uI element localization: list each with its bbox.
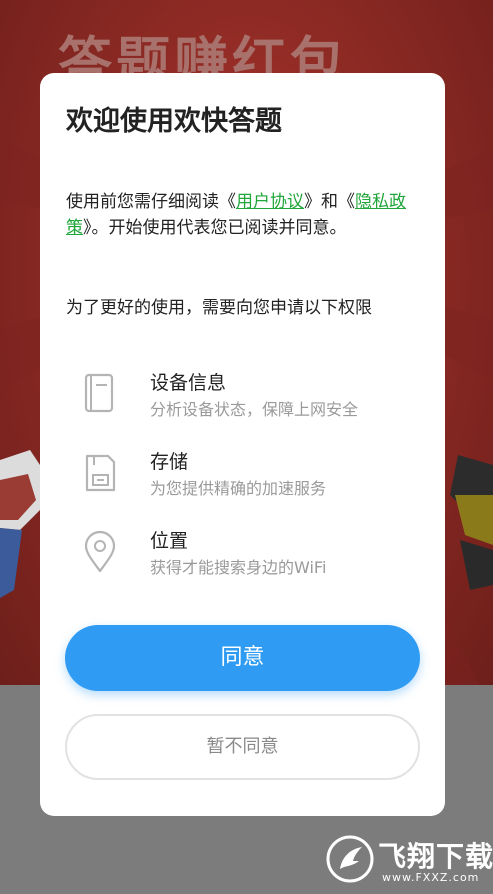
intro-text: 使用前您需仔细阅读《用户协议》和《隐私政策》。开始使用代表您已阅读并同意。: [66, 189, 421, 241]
dialog-title: 欢迎使用欢快答题: [66, 106, 282, 137]
intro-part2: 》和《: [304, 192, 355, 212]
permission-item-location: 位置 获得才能搜索身边的WiFi: [80, 526, 410, 582]
location-icon: [84, 530, 116, 573]
watermark-text: 飞翔下载: [378, 840, 493, 873]
permission-desc: 分析设备状态，保障上网安全: [150, 400, 359, 419]
storage-icon: [85, 454, 116, 492]
user-agreement-link[interactable]: 用户协议: [236, 192, 304, 212]
permission-name: 位置: [150, 530, 189, 552]
permission-item-storage: 存储 为您提供精确的加速服务: [80, 447, 410, 503]
figure-right-illustration: [450, 455, 493, 590]
permission-name: 设备信息: [150, 372, 227, 394]
permission-dialog: 欢迎使用欢快答题 使用前您需仔细阅读《用户协议》和《隐私政策》。开始使用代表您已…: [40, 73, 445, 816]
permission-request-text: 为了更好的使用，需要向您申请以下权限: [66, 298, 372, 318]
permission-item-device: 设备信息 分析设备状态，保障上网安全: [80, 368, 410, 424]
device-icon: [84, 373, 114, 413]
watermark: 飞翔下载 www.FXXZ.com: [320, 833, 493, 889]
agree-button[interactable]: 同意: [65, 625, 420, 691]
fxxz-logo-icon: [326, 835, 374, 883]
watermark-url: www.FXXZ.com: [382, 871, 480, 884]
intro-part1: 使用前您需仔细阅读《: [66, 192, 236, 212]
permission-desc: 为您提供精确的加速服务: [150, 479, 327, 498]
decline-button[interactable]: 暂不同意: [65, 714, 420, 780]
intro-part3: 》。开始使用代表您已阅读并同意。: [83, 218, 347, 238]
permission-name: 存储: [150, 451, 189, 473]
permission-desc: 获得才能搜索身边的WiFi: [150, 558, 327, 577]
